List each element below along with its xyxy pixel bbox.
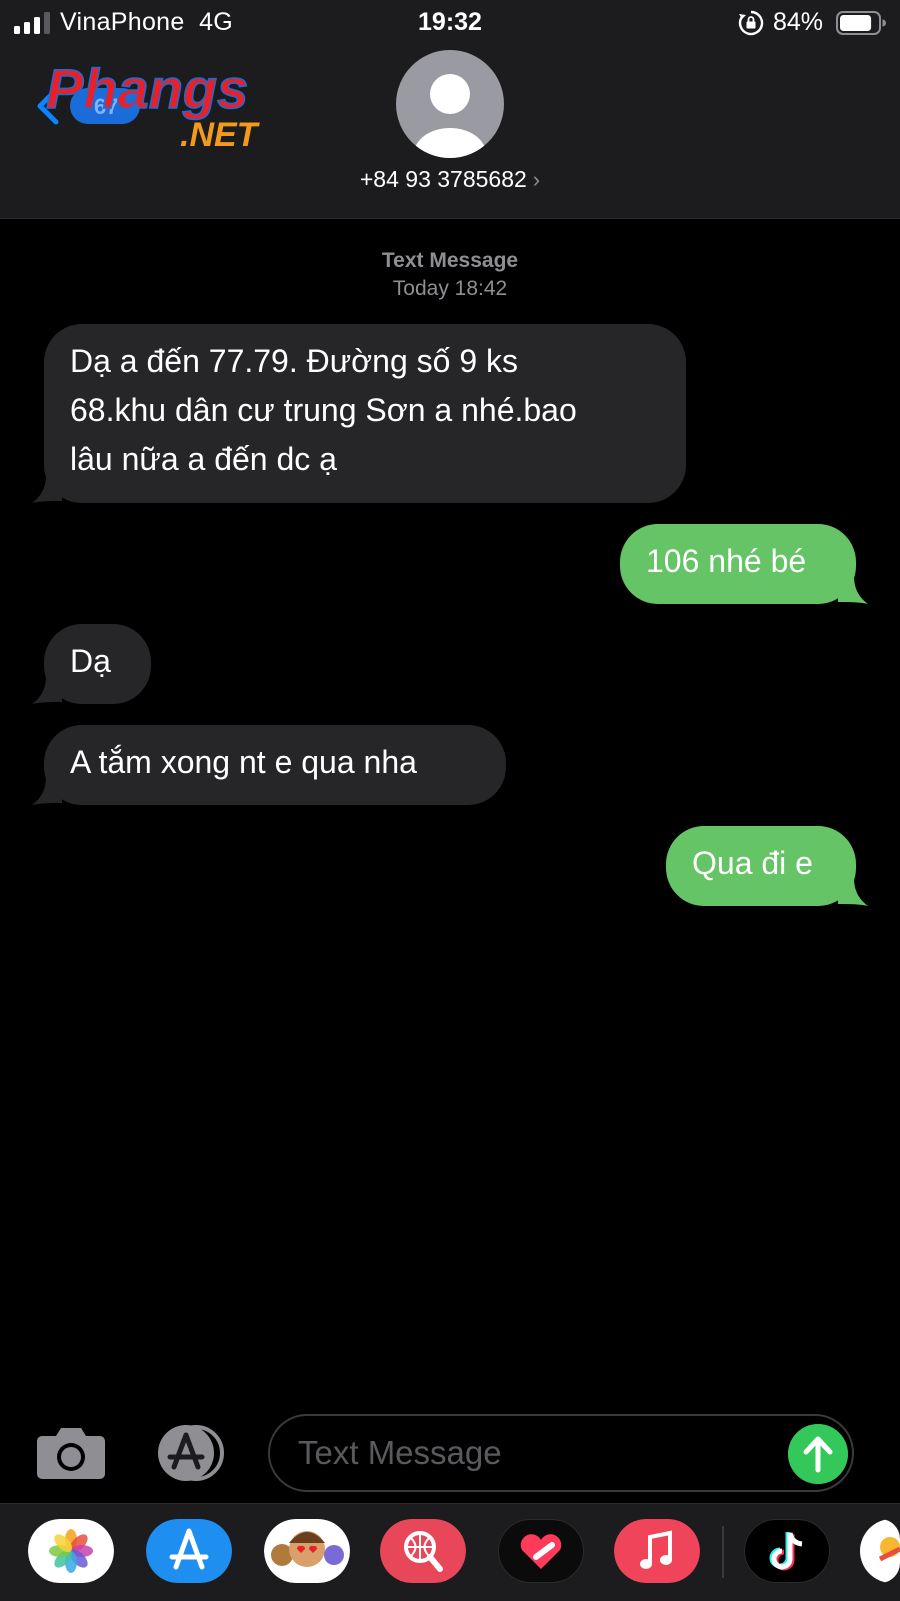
send-arrow-icon[interactable] [788,1424,848,1484]
message-line: Qua đi e [692,845,813,881]
outgoing-message-bubble[interactable]: 106 nhé bé [620,524,856,604]
message-type-label: Text Message [381,249,519,272]
svg-text:Phangs: Phangs [46,58,248,120]
web-search-icon[interactable] [380,1519,466,1583]
maps-icon[interactable] [860,1519,900,1583]
message-line: Dạ [70,643,111,679]
thread-timestamp: Text Message Today 18:42 [0,247,900,303]
bubble-tail [32,676,62,704]
orientation-lock-icon [738,10,764,36]
contact-number[interactable]: +84 93 3785682 › [0,166,900,193]
svg-text:.NET: .NET [180,116,261,154]
message-line: 106 nhé bé [646,543,807,579]
app-store-icon[interactable] [146,1519,232,1583]
message-input[interactable]: Text Message [268,1414,854,1492]
message-line: A tắm xong nt e qua nha [70,744,417,780]
bubble-tail [32,777,62,805]
bubble-tail [838,878,868,906]
dock-divider [722,1526,724,1578]
message-date-label: Today 18:42 [392,277,508,300]
watermark-logo: 67 Phangs .NET [46,58,261,154]
battery-icon [836,11,886,35]
photos-icon[interactable] [28,1519,114,1583]
bubble-tail [32,475,62,503]
incoming-message-bubble[interactable]: Dạ a đến 77.79. Đường số 9 ks 68.khu dân… [44,324,686,503]
memoji-icon[interactable] [264,1519,350,1583]
chevron-right-icon: › [532,167,541,192]
conversation-header: VinaPhone 4G 19:32 84% 67 Phangs .NET +8… [0,0,900,219]
app-store-apps-icon[interactable] [152,1425,232,1481]
tiktok-icon[interactable] [744,1519,830,1583]
camera-icon[interactable] [36,1426,106,1480]
battery-percentage: 84% [773,8,824,36]
message-line: Dạ a đến 77.79. Đường số 9 ks [70,343,518,379]
bubble-tail [838,576,868,604]
message-line: lâu nữa a đến dc ạ [70,441,337,477]
message-line: 68.khu dân cư trung Sơn a nhé.bao [70,392,577,428]
status-time: 19:32 [418,8,482,36]
message-input-placeholder: Text Message [298,1434,502,1471]
app-drawer [0,1503,900,1601]
music-icon[interactable] [614,1519,700,1583]
outgoing-message-bubble[interactable]: Qua đi e [666,826,856,906]
status-bar: VinaPhone 4G 19:32 84% [0,0,900,46]
incoming-message-bubble[interactable]: A tắm xong nt e qua nha [44,725,506,805]
health-icon[interactable] [498,1519,584,1583]
contact-avatar-icon[interactable] [396,50,504,158]
